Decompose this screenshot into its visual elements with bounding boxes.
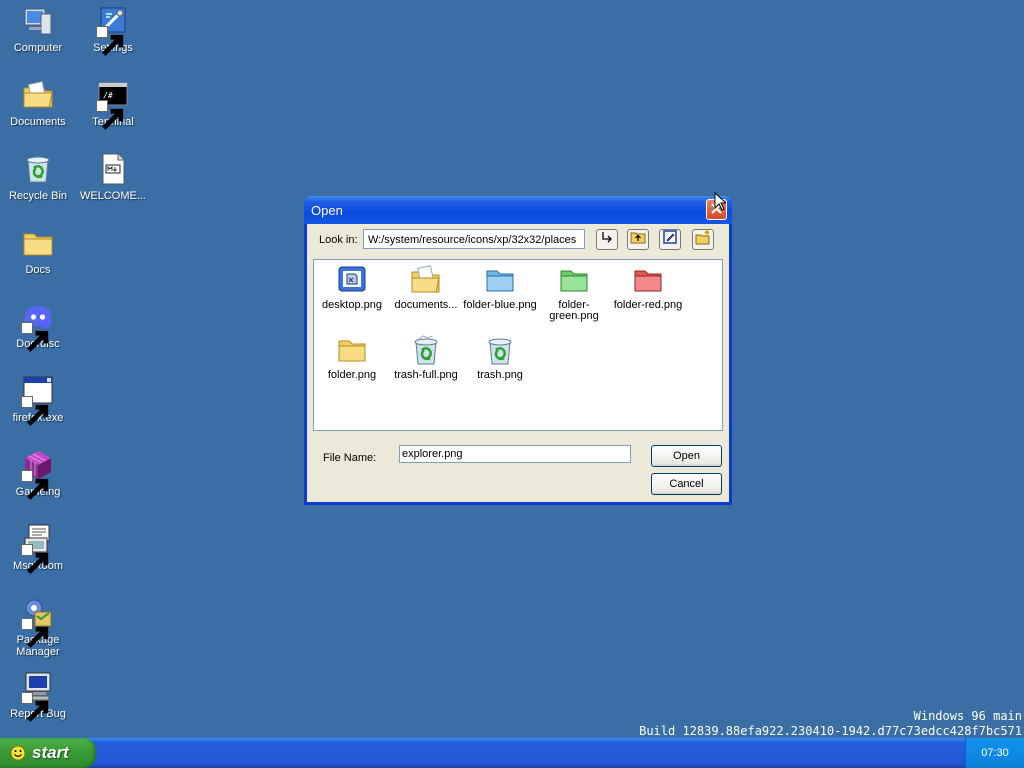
file-name: trash.png: [477, 369, 523, 381]
shortcut-arrow-icon: [96, 100, 124, 130]
file-name: folder-green.png: [549, 299, 599, 322]
report-bug-icon: [21, 670, 55, 722]
trash-full-icon: [410, 334, 442, 366]
up-folder-button[interactable]: [627, 229, 649, 250]
desktop-icon-documents[interactable]: Documents: [0, 78, 76, 128]
file-name: documents...: [394, 299, 458, 311]
desktop-icon-doordisc[interactable]: Doordisc: [0, 300, 76, 352]
file-name-input[interactable]: [399, 445, 631, 463]
folder-yellow-icon: [336, 334, 368, 366]
desktop-icon-package-manager[interactable]: Package Manager: [0, 596, 76, 658]
desktop-icon-recycle-bin[interactable]: Recycle Bin: [0, 152, 76, 202]
file-list: desktop.png documents... folder-blue.png…: [313, 259, 723, 431]
return-arrow-icon: [599, 229, 615, 250]
cancel-button[interactable]: Cancel: [651, 473, 722, 495]
dialog-body: Look in: W:/system/resource/icons/xp/32x…: [307, 224, 729, 502]
computer-icon: [21, 4, 55, 38]
shortcut-arrow-icon: [21, 322, 49, 352]
desktop-icon-welcome[interactable]: WELCOME...: [75, 152, 151, 202]
desktop-icon-gameing[interactable]: Gameing: [0, 448, 76, 500]
look-in-label: Look in:: [319, 234, 358, 246]
file-item[interactable]: trash.png: [463, 334, 537, 381]
desktop-icon-label: Documents: [10, 116, 66, 128]
doordisc-icon: [21, 300, 55, 352]
desktop-icon-label: Docs: [25, 264, 51, 276]
desktop-icon-firefox[interactable]: firefox.exe: [0, 374, 76, 426]
look-in-path-field[interactable]: W:/system/resource/icons/xp/32x32/places: [363, 229, 585, 249]
open-dialog: Open Look in: W:/system/resource/icons/x…: [304, 196, 732, 505]
window-app-icon: [21, 374, 55, 426]
desktop-icon-msgroom[interactable]: MsgRoom: [0, 522, 76, 574]
documents-file-icon: [410, 264, 442, 296]
file-name-label: File Name:: [323, 452, 377, 464]
recycle-bin-icon: [21, 152, 55, 186]
file-name: folder.png: [327, 369, 377, 381]
build-watermark-line1: Windows 96 main: [913, 709, 1022, 723]
desktop-icon-report-bug[interactable]: Report Bug: [0, 670, 76, 722]
file-item[interactable]: trash-full.png: [389, 334, 463, 381]
file-item[interactable]: folder-green.png: [537, 264, 611, 322]
file-item[interactable]: folder.png: [315, 334, 389, 381]
desktop-icon-settings[interactable]: Settings: [75, 4, 151, 56]
edit-pencil-icon: [662, 229, 678, 250]
shortcut-arrow-icon: [21, 544, 49, 574]
terminal-icon: /#: [96, 78, 130, 130]
new-folder-icon: [695, 229, 711, 250]
settings-icon: [96, 4, 130, 56]
system-tray: 07:30: [965, 738, 1024, 768]
file-item[interactable]: folder-red.png: [611, 264, 685, 311]
start-button[interactable]: start: [0, 738, 96, 768]
start-label: start: [32, 743, 69, 762]
dialog-title: Open: [311, 202, 343, 218]
file-item[interactable]: folder-blue.png: [463, 264, 537, 311]
desktop-icon-computer[interactable]: Computer: [0, 4, 76, 54]
shortcut-arrow-icon: [21, 618, 49, 648]
file-name: folder-red.png: [613, 299, 683, 311]
file-item[interactable]: documents...: [389, 264, 463, 311]
svg-text:/#: /#: [103, 91, 113, 100]
taskbar: start 07:30: [0, 738, 1024, 768]
smiley-icon: [10, 745, 26, 761]
file-item[interactable]: desktop.png: [315, 264, 389, 311]
trash-icon: [484, 334, 516, 366]
folder-green-icon: [558, 264, 590, 296]
shortcut-arrow-icon: [21, 692, 49, 722]
dialog-titlebar[interactable]: Open: [304, 196, 732, 224]
game-cube-icon: [21, 448, 55, 500]
file-name: folder-blue.png: [463, 299, 537, 311]
open-button[interactable]: Open: [651, 445, 722, 467]
clock[interactable]: 07:30: [981, 747, 1009, 759]
edit-button[interactable]: [659, 229, 681, 250]
folder-red-icon: [632, 264, 664, 296]
file-name: trash-full.png: [394, 369, 458, 381]
package-manager-icon: [21, 596, 55, 648]
markdown-file-icon: [96, 152, 130, 186]
file-name: desktop.png: [322, 299, 382, 311]
new-folder-button[interactable]: [692, 229, 714, 250]
folder-blue-icon: [484, 264, 516, 296]
desktop-icon-docs[interactable]: Docs: [0, 226, 76, 276]
shortcut-arrow-icon: [21, 396, 49, 426]
shortcut-arrow-icon: [96, 26, 124, 56]
desktop-icon-label: WELCOME...: [79, 190, 146, 202]
documents-icon: [21, 78, 55, 112]
msgroom-icon: [21, 522, 55, 574]
go-button[interactable]: [596, 229, 618, 250]
desktop-icon-label: Computer: [13, 42, 63, 54]
folder-icon: [21, 226, 55, 260]
desktop-icon-label: Recycle Bin: [8, 190, 68, 202]
desktop-icon-terminal[interactable]: /# Terminal: [75, 78, 151, 130]
folder-up-icon: [630, 229, 646, 250]
build-watermark-line2: Build 12839.88efa922.230410-1942.d77c73e…: [639, 724, 1022, 738]
shortcut-arrow-icon: [21, 470, 49, 500]
mouse-cursor-icon: [714, 191, 728, 212]
desktop-file-icon: [336, 264, 368, 296]
